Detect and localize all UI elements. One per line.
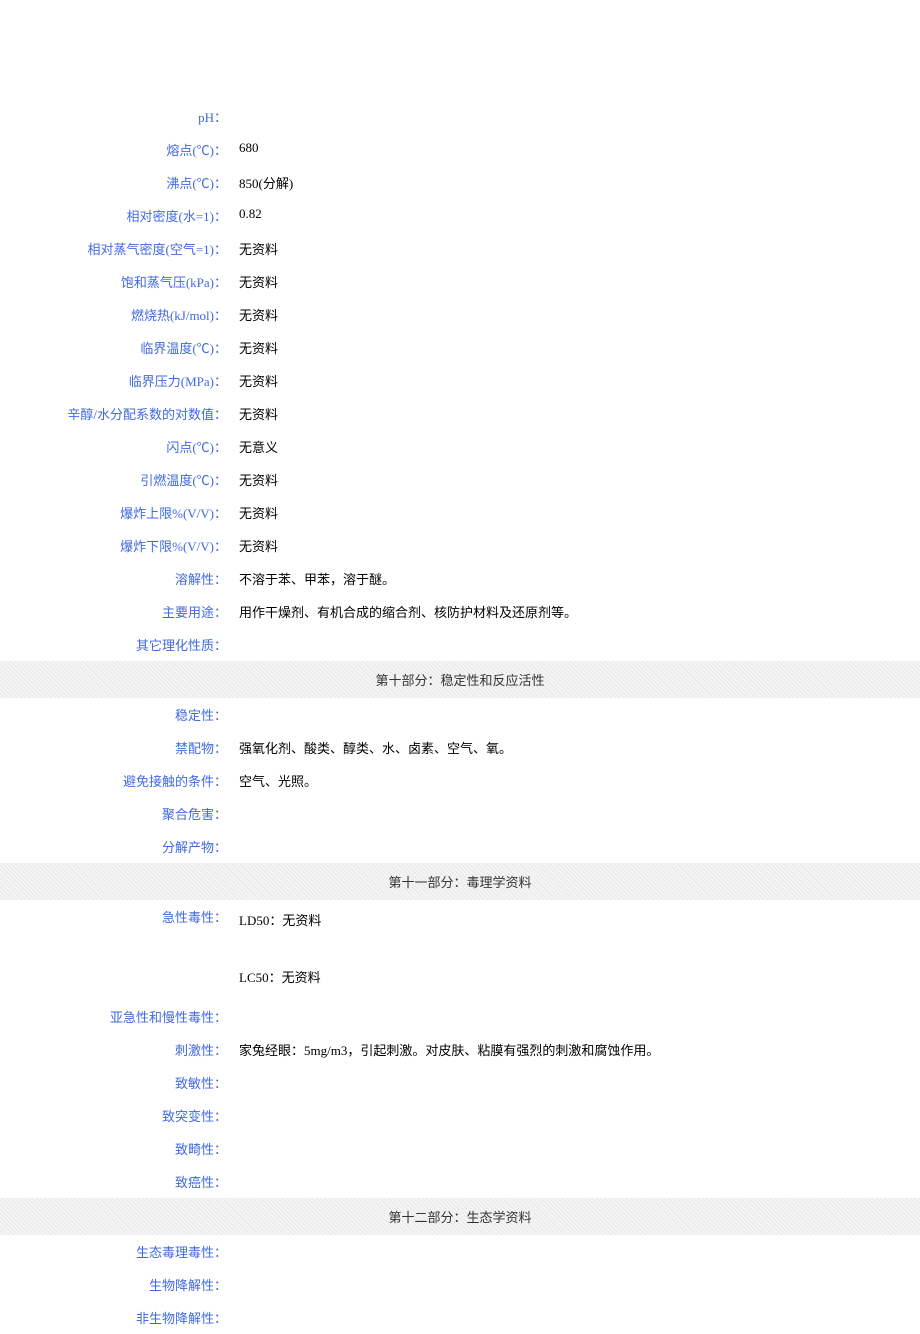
stability-label: 聚合危害： xyxy=(0,804,235,823)
property-value: 0.82 xyxy=(235,206,920,222)
property-label: 燃烧热(kJ/mol)： xyxy=(0,305,235,324)
stability-label: 分解产物： xyxy=(0,837,235,856)
property-row: 熔点(℃)：680 xyxy=(0,133,920,166)
section-10-header: 第十部分：稳定性和反应活性 xyxy=(0,661,920,698)
property-value: 无资料 xyxy=(235,338,920,357)
ecology-label: 生态毒理毒性： xyxy=(0,1242,235,1261)
property-value: 用作干燥剂、有机合成的缩合剂、核防护材料及还原剂等。 xyxy=(235,602,920,621)
toxicology-label: 致突变性： xyxy=(0,1106,235,1125)
toxicology-label: 亚急性和慢性毒性： xyxy=(0,1007,235,1026)
property-value: 无资料 xyxy=(235,404,920,423)
stability-row: 稳定性： xyxy=(0,698,920,731)
property-row: 饱和蒸气压(kPa)：无资料 xyxy=(0,265,920,298)
ecology-row: 生物降解性： xyxy=(0,1268,920,1301)
property-row: 其它理化性质： xyxy=(0,628,920,661)
property-label: 临界压力(MPa)： xyxy=(0,371,235,390)
property-row: 爆炸下限%(V/V)：无资料 xyxy=(0,529,920,562)
toxicology-label: 致畸性： xyxy=(0,1139,235,1158)
toxicology-row: 急性毒性：LD50：无资料 LC50：无资料 xyxy=(0,900,920,1000)
property-row: 临界压力(MPa)：无资料 xyxy=(0,364,920,397)
ecology-row: 非生物降解性： xyxy=(0,1301,920,1334)
property-row: 引燃温度(℃)：无资料 xyxy=(0,463,920,496)
property-label: 爆炸下限%(V/V)： xyxy=(0,536,235,555)
toxicology-row: 致敏性： xyxy=(0,1066,920,1099)
toxicology-label: 急性毒性： xyxy=(0,907,235,926)
toxicology-value: LD50：无资料 LC50：无资料 xyxy=(235,907,920,993)
ecology-label: 生物降解性： xyxy=(0,1275,235,1294)
property-value: 无资料 xyxy=(235,536,920,555)
section-11-content: 急性毒性：LD50：无资料 LC50：无资料亚急性和慢性毒性：刺激性：家兔经眼：… xyxy=(0,900,920,1198)
stability-value: 强氧化剂、酸类、醇类、水、卤素、空气、氧。 xyxy=(235,738,920,757)
property-label: 熔点(℃)： xyxy=(0,140,235,159)
section-12-header: 第十二部分：生态学资料 xyxy=(0,1198,920,1235)
section-12-content: 生态毒理毒性： 生物降解性： 非生物降解性： xyxy=(0,1235,920,1334)
property-row: 闪点(℃)：无意义 xyxy=(0,430,920,463)
property-value: 850(分解) xyxy=(235,173,920,192)
toxicology-label: 致癌性： xyxy=(0,1172,235,1191)
property-label: 饱和蒸气压(kPa)： xyxy=(0,272,235,291)
toxicology-row: 致癌性： xyxy=(0,1165,920,1198)
stability-row: 避免接触的条件：空气、光照。 xyxy=(0,764,920,797)
section-10-content: 稳定性：禁配物：强氧化剂、酸类、醇类、水、卤素、空气、氧。避免接触的条件：空气、… xyxy=(0,698,920,863)
property-label: 引燃温度(℃)： xyxy=(0,470,235,489)
toxicology-label: 致敏性： xyxy=(0,1073,235,1092)
property-row: 燃烧热(kJ/mol)：无资料 xyxy=(0,298,920,331)
toxicology-row: 亚急性和慢性毒性： xyxy=(0,1000,920,1033)
property-label: 临界温度(℃)： xyxy=(0,338,235,357)
stability-row: 分解产物： xyxy=(0,830,920,863)
property-value: 无资料 xyxy=(235,305,920,324)
property-row: 相对蒸气密度(空气=1)：无资料 xyxy=(0,232,920,265)
property-label: 相对密度(水=1)： xyxy=(0,206,235,225)
property-label: 其它理化性质： xyxy=(0,635,235,654)
property-row: 沸点(℃)：850(分解) xyxy=(0,166,920,199)
property-label: 闪点(℃)： xyxy=(0,437,235,456)
property-value: 无意义 xyxy=(235,437,920,456)
stability-row: 聚合危害： xyxy=(0,797,920,830)
property-label: 主要用途： xyxy=(0,602,235,621)
stability-label: 禁配物： xyxy=(0,738,235,757)
property-label: 相对蒸气密度(空气=1)： xyxy=(0,239,235,258)
property-label: 辛醇/水分配系数的对数值： xyxy=(0,404,235,423)
property-row: 相对密度(水=1)：0.82 xyxy=(0,199,920,232)
property-label: 沸点(℃)： xyxy=(0,173,235,192)
property-row: 临界温度(℃)：无资料 xyxy=(0,331,920,364)
ecology-label: 非生物降解性： xyxy=(0,1308,235,1327)
property-label: 爆炸上限%(V/V)： xyxy=(0,503,235,522)
toxicology-row: 致突变性： xyxy=(0,1099,920,1132)
property-row: 爆炸上限%(V/V)：无资料 xyxy=(0,496,920,529)
stability-row: 禁配物：强氧化剂、酸类、醇类、水、卤素、空气、氧。 xyxy=(0,731,920,764)
property-value: 无资料 xyxy=(235,239,920,258)
physical-properties: pH：熔点(℃)：680沸点(℃)：850(分解)相对密度(水=1)：0.82相… xyxy=(0,100,920,661)
property-row: pH： xyxy=(0,100,920,133)
property-label: 溶解性： xyxy=(0,569,235,588)
property-row: 溶解性：不溶于苯、甲苯，溶于醚。 xyxy=(0,562,920,595)
property-label: pH： xyxy=(0,107,235,126)
property-value: 680 xyxy=(235,140,920,156)
stability-label: 避免接触的条件： xyxy=(0,771,235,790)
section-11-header: 第十一部分：毒理学资料 xyxy=(0,863,920,900)
property-row: 辛醇/水分配系数的对数值：无资料 xyxy=(0,397,920,430)
toxicology-value: 家兔经眼：5mg/m3，引起刺激。对皮肤、粘膜有强烈的刺激和腐蚀作用。 xyxy=(235,1040,920,1059)
ecology-row: 生态毒理毒性： xyxy=(0,1235,920,1268)
stability-label: 稳定性： xyxy=(0,705,235,724)
stability-value: 空气、光照。 xyxy=(235,771,920,790)
toxicology-row: 刺激性：家兔经眼：5mg/m3，引起刺激。对皮肤、粘膜有强烈的刺激和腐蚀作用。 xyxy=(0,1033,920,1066)
property-value: 无资料 xyxy=(235,272,920,291)
property-value: 无资料 xyxy=(235,371,920,390)
property-row: 主要用途：用作干燥剂、有机合成的缩合剂、核防护材料及还原剂等。 xyxy=(0,595,920,628)
toxicology-label: 刺激性： xyxy=(0,1040,235,1059)
property-value: 无资料 xyxy=(235,503,920,522)
property-value: 无资料 xyxy=(235,470,920,489)
property-value: 不溶于苯、甲苯，溶于醚。 xyxy=(235,569,920,588)
toxicology-row: 致畸性： xyxy=(0,1132,920,1165)
